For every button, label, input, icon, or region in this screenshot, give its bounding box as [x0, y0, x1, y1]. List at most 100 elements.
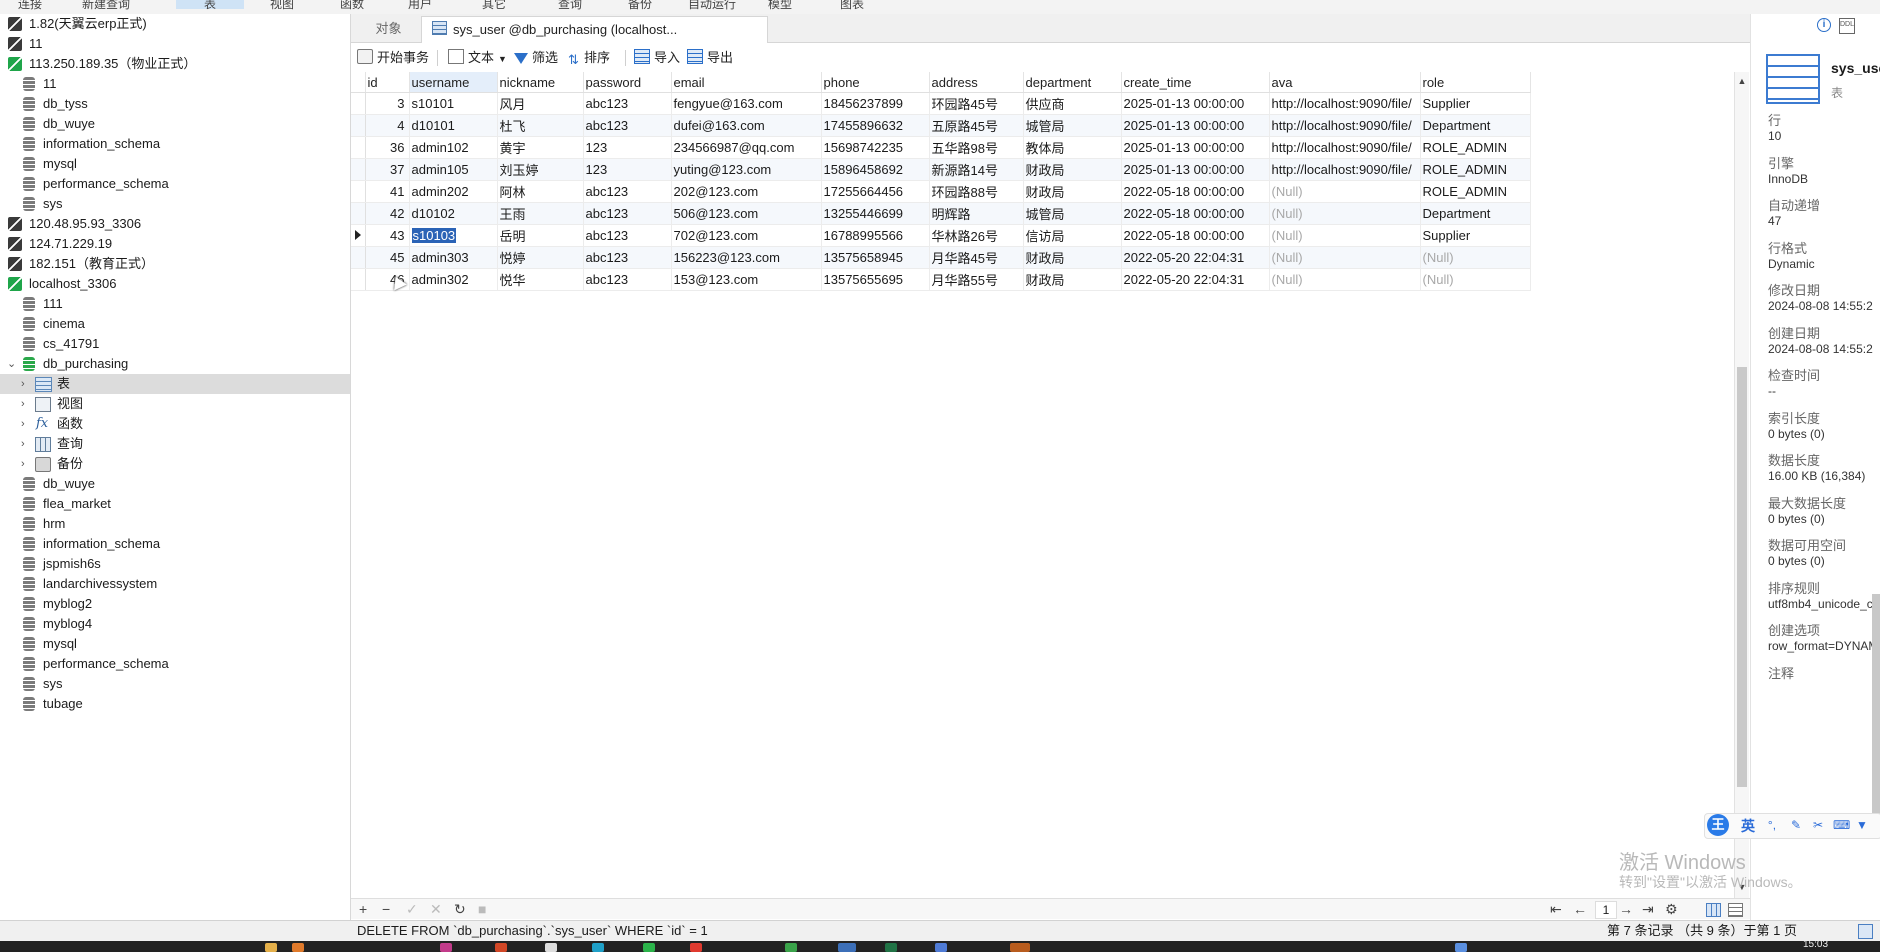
tab-sys-user[interactable]: sys_user @db_purchasing (localhost...: [421, 16, 768, 43]
cell-role[interactable]: ROLE_ADMIN: [1420, 158, 1531, 181]
cell-nickname[interactable]: 悦华: [497, 268, 584, 291]
form-view-icon[interactable]: [1728, 903, 1743, 917]
cell-username[interactable]: admin202: [409, 180, 498, 203]
cell-username[interactable]: admin302: [409, 268, 498, 291]
cell-password[interactable]: abc123: [583, 114, 672, 137]
nav-database[interactable]: myblog2: [0, 594, 350, 614]
info-scrollbar-thumb[interactable]: [1872, 594, 1880, 814]
cell-password[interactable]: abc123: [583, 92, 672, 115]
navicat-icon[interactable]: [838, 943, 856, 952]
keyboard-icon[interactable]: ⌨: [1833, 818, 1850, 832]
cell-id[interactable]: 45: [365, 246, 410, 269]
cell-id[interactable]: 3: [365, 92, 410, 115]
column-header-password[interactable]: password: [583, 72, 672, 93]
nav-database[interactable]: sys: [0, 674, 350, 694]
menu-connect[interactable]: 连接: [18, 0, 42, 12]
cell-phone[interactable]: 17455896632: [821, 114, 930, 137]
first-page-button[interactable]: ⇤: [1550, 899, 1562, 919]
table-row[interactable]: 3 s10101 风月 abc123 fengyue@163.com 1845623789…: [351, 92, 1531, 115]
row-marker[interactable]: [351, 246, 366, 269]
table-row[interactable]: 45 admin303 悦婷 abc123 156223@123.com 13575658…: [351, 246, 1531, 269]
cell-email[interactable]: 156223@123.com: [671, 246, 822, 269]
cell-email[interactable]: yuting@123.com: [671, 158, 822, 181]
menu-new-query[interactable]: 新建查询: [82, 0, 130, 12]
chevron-right-icon[interactable]: ›: [21, 394, 25, 414]
cell-create-time[interactable]: 2025-01-13 00:00:00: [1121, 92, 1270, 115]
menu-user[interactable]: 用户: [408, 0, 432, 12]
cell-nickname[interactable]: 悦婷: [497, 246, 584, 269]
cell-create-time[interactable]: 2022-05-20 22:04:31: [1121, 268, 1270, 291]
apply-changes-button[interactable]: ✓: [406, 899, 418, 919]
nav-connection[interactable]: 113.250.189.35（物业正式）: [0, 54, 350, 74]
row-marker[interactable]: [351, 136, 366, 159]
cell-id[interactable]: 41: [365, 180, 410, 203]
cell-email[interactable]: 506@123.com: [671, 202, 822, 225]
cell-nickname[interactable]: 风月: [497, 92, 584, 115]
app-icon[interactable]: [495, 943, 507, 952]
cell-role[interactable]: Supplier: [1420, 92, 1531, 115]
cell-department[interactable]: 信访局: [1023, 224, 1122, 247]
cell-nickname[interactable]: 刘玉婷: [497, 158, 584, 181]
page-number-input[interactable]: 1: [1595, 901, 1617, 919]
menu-view[interactable]: 视图: [270, 0, 294, 12]
cell-username[interactable]: admin102: [409, 136, 498, 159]
nav-database[interactable]: flea_market: [0, 494, 350, 514]
nav-database[interactable]: performance_schema: [0, 174, 350, 194]
cell-role[interactable]: ROLE_ADMIN: [1420, 136, 1531, 159]
cell-id[interactable]: 43: [365, 224, 410, 247]
app-icon[interactable]: [935, 943, 947, 952]
cell-phone[interactable]: 13575658945: [821, 246, 930, 269]
cell-address[interactable]: 环园路88号: [929, 180, 1024, 203]
row-marker[interactable]: [351, 202, 366, 225]
cell-ava[interactable]: http://localhost:9090/file/: [1269, 114, 1421, 137]
column-header-create-time[interactable]: create_time: [1121, 72, 1270, 93]
nav-database[interactable]: tubage: [0, 694, 350, 714]
column-header-username[interactable]: username: [409, 72, 498, 93]
text-view-button[interactable]: 文本 ▼: [448, 48, 507, 68]
cell-email[interactable]: 702@123.com: [671, 224, 822, 247]
cell-id[interactable]: 4: [365, 114, 410, 137]
cell-nickname[interactable]: 王雨: [497, 202, 584, 225]
nav-connection[interactable]: 182.151（教育正式）: [0, 254, 350, 274]
cell-department[interactable]: 教体局: [1023, 136, 1122, 159]
chevron-right-icon[interactable]: ›: [21, 454, 25, 474]
row-marker[interactable]: [351, 224, 366, 247]
row-marker[interactable]: [351, 158, 366, 181]
column-header-ava[interactable]: ava: [1269, 72, 1421, 93]
next-page-button[interactable]: →: [1619, 899, 1633, 919]
cell-address[interactable]: 月华路55号: [929, 268, 1024, 291]
cell-ava[interactable]: (Null): [1269, 202, 1421, 225]
tab-objects[interactable]: 对象: [351, 16, 426, 42]
nav-database[interactable]: sys: [0, 194, 350, 214]
cell-address[interactable]: 华林路26号: [929, 224, 1024, 247]
cell-create-time[interactable]: 2025-01-13 00:00:00: [1121, 114, 1270, 137]
nav-database[interactable]: cinema: [0, 314, 350, 334]
sort-button[interactable]: ⇅ 排序: [568, 48, 610, 68]
cell-create-time[interactable]: 2022-05-18 00:00:00: [1121, 224, 1270, 247]
export-button[interactable]: 导出: [687, 48, 733, 68]
nav-database[interactable]: information_schema: [0, 534, 350, 554]
row-marker[interactable]: [351, 268, 366, 291]
cell-nickname[interactable]: 黄宇: [497, 136, 584, 159]
cell-email[interactable]: dufei@163.com: [671, 114, 822, 137]
nav-functions[interactable]: › fx 函数: [0, 414, 350, 434]
cell-phone[interactable]: 17255664456: [821, 180, 930, 203]
cell-ava[interactable]: http://localhost:9090/file/: [1269, 158, 1421, 181]
tray-icon[interactable]: [1455, 943, 1467, 952]
menu-function[interactable]: 函数: [340, 0, 364, 12]
discard-changes-button[interactable]: ✕: [430, 899, 442, 919]
column-header-email[interactable]: email: [671, 72, 822, 93]
table-row[interactable]: 43 s10103 岳明 abc123 702@123.com 16788995566 华林…: [351, 224, 1531, 247]
app-icon[interactable]: [643, 943, 655, 952]
cell-role[interactable]: ROLE_ADMIN: [1420, 180, 1531, 203]
nav-database[interactable]: jspmish6s: [0, 554, 350, 574]
menu-chart[interactable]: 图表: [840, 0, 864, 12]
menu-auto-run[interactable]: 自动运行: [688, 0, 736, 12]
cell-role[interactable]: Supplier: [1420, 224, 1531, 247]
cell-phone[interactable]: 13575655695: [821, 268, 930, 291]
nav-tables[interactable]: › 表: [0, 374, 350, 394]
nav-database[interactable]: mysql: [0, 634, 350, 654]
ddl-icon[interactable]: DDL: [1839, 18, 1855, 34]
settings-icon[interactable]: ⚙: [1665, 899, 1678, 919]
nav-database[interactable]: 111: [0, 294, 350, 314]
